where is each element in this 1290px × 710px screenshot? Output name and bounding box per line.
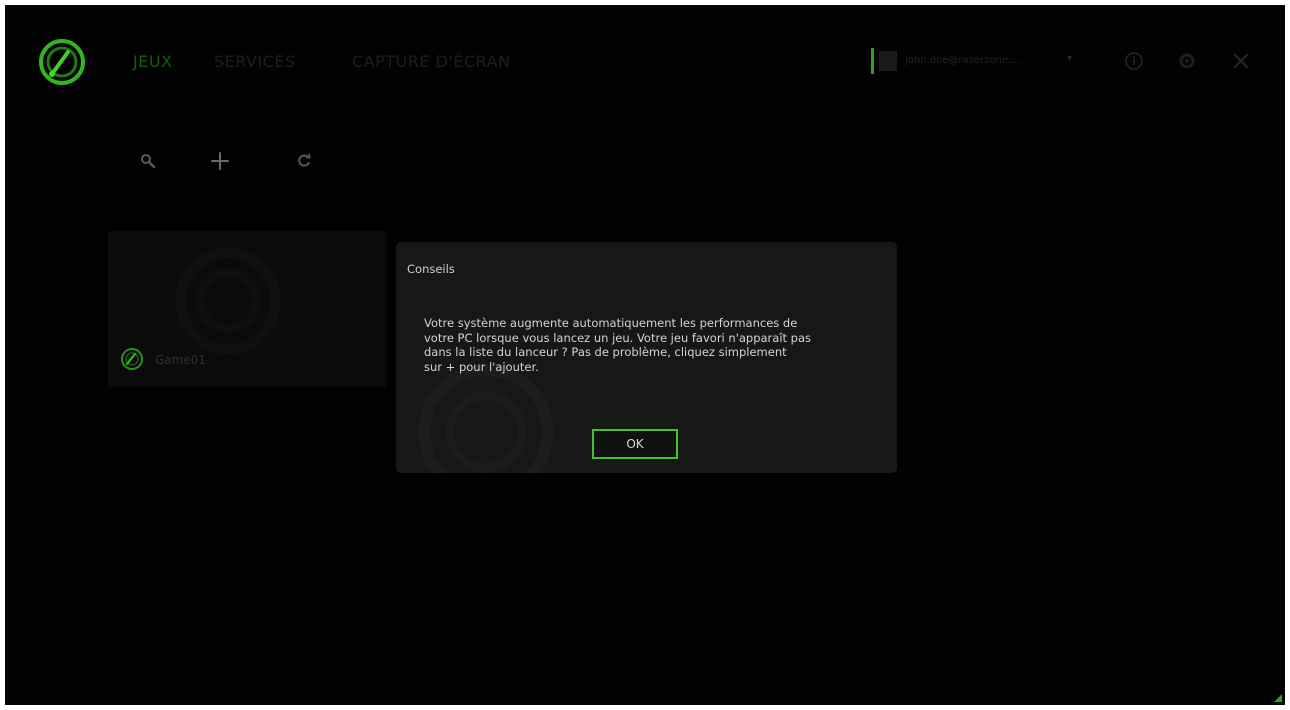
info-icon[interactable] xyxy=(1122,49,1146,73)
settings-icon[interactable] xyxy=(1175,49,1199,73)
dialog-message-line: sur + pour l'ajouter. xyxy=(424,359,539,374)
game-card[interactable]: Game01 xyxy=(108,231,386,387)
app-window: JEUX SERVICES CAPTURE D'ÉCRAN john.doe@r… xyxy=(5,5,1285,705)
tips-dialog: Conseils Votre système augmente automati… xyxy=(396,242,897,473)
game-card-artwork xyxy=(175,248,281,354)
game-icon xyxy=(121,348,143,370)
game-name: Game01 xyxy=(155,353,206,367)
resize-grip-icon[interactable] xyxy=(1274,694,1282,702)
dialog-message: Votre système augmente automatiquement l… xyxy=(424,316,889,374)
tab-games[interactable]: JEUX xyxy=(133,52,173,71)
account-name: john.doe@razerzone.... xyxy=(905,55,1021,66)
dialog-title: Conseils xyxy=(407,262,455,276)
add-icon[interactable] xyxy=(208,149,232,173)
dialog-message-line: Votre système augmente automatiquement l… xyxy=(424,316,798,330)
ok-button[interactable]: OK xyxy=(592,429,678,459)
tab-screenshot[interactable]: CAPTURE D'ÉCRAN xyxy=(352,52,510,71)
avatar xyxy=(879,51,897,71)
refresh-icon[interactable] xyxy=(292,149,316,173)
cortex-logo-icon xyxy=(39,39,85,85)
search-icon[interactable] xyxy=(136,149,160,173)
account-selector[interactable]: john.doe@razerzone.... ▾ xyxy=(871,48,1081,74)
dialog-message-line: dans la liste du lanceur ? Pas de problè… xyxy=(424,345,787,360)
account-accent-bar xyxy=(871,48,874,74)
close-icon[interactable] xyxy=(1229,49,1253,73)
dialog-message-line: votre PC lorsque vous lancez un jeu. Vot… xyxy=(424,330,812,345)
chevron-down-icon: ▾ xyxy=(1067,53,1073,64)
tab-services[interactable]: SERVICES xyxy=(214,52,296,71)
